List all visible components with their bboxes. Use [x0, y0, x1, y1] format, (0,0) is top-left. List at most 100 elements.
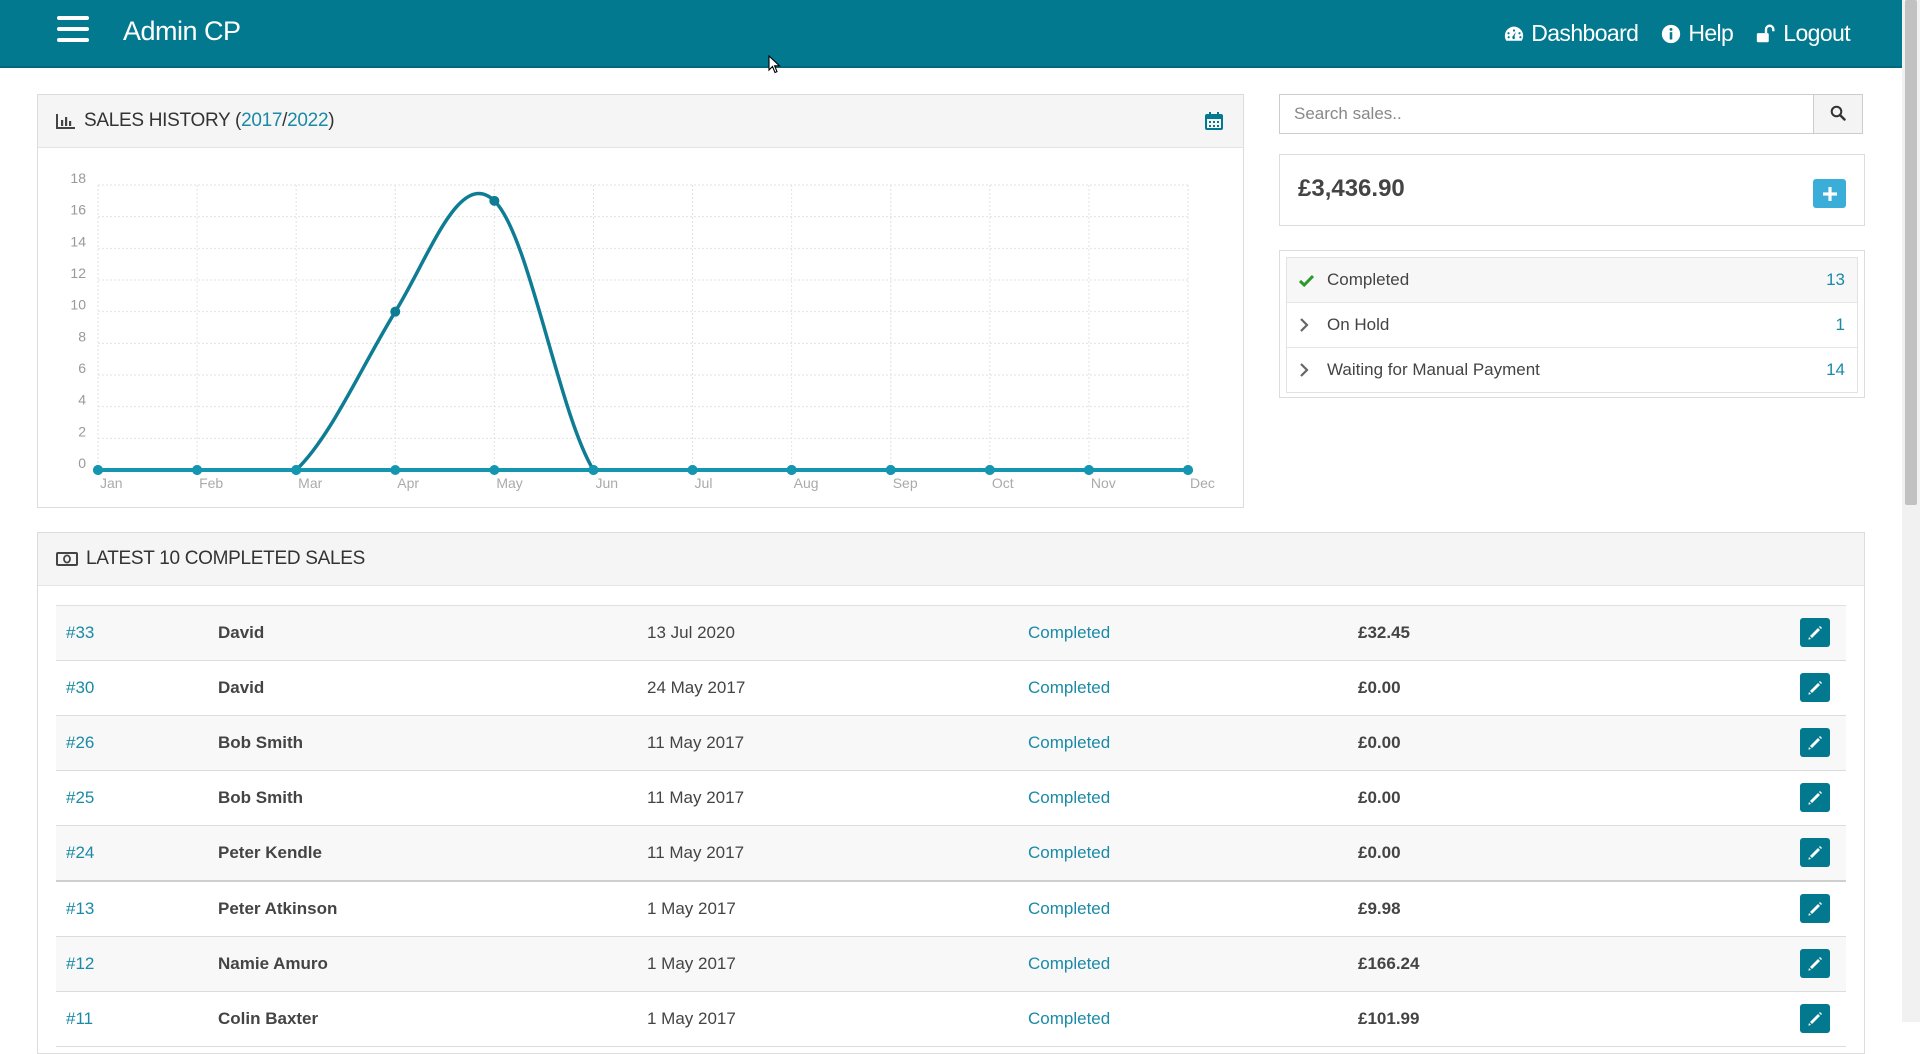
edit-sale-button[interactable] [1800, 673, 1830, 702]
sale-amount: £0.00 [1358, 733, 1401, 752]
sale-id-link[interactable]: #26 [66, 716, 94, 770]
top-navbar: Admin CP Dashboard Help Logout [0, 0, 1902, 68]
status-count: 13 [1826, 270, 1845, 289]
mouse-cursor-icon [768, 55, 781, 74]
sale-status: Completed [1028, 678, 1111, 697]
search-icon [1830, 105, 1846, 121]
data-point [885, 465, 896, 475]
edit-sale-button[interactable] [1800, 783, 1830, 812]
sales-total-panel: £3,436.90 [1279, 154, 1865, 226]
y-tick-label: 12 [70, 265, 86, 281]
y-tick-label: 14 [70, 233, 86, 249]
y-tick-label: 6 [78, 360, 86, 376]
status-label: On Hold [1327, 315, 1390, 334]
pencil-icon [1808, 735, 1822, 750]
bar-chart-icon [56, 114, 75, 129]
status-count: 1 [1835, 315, 1845, 334]
latest-sales-table: #33 David 13 Jul 2020 Completed £32.45 #30 Dav… [56, 605, 1846, 1047]
pencil-icon [1808, 1011, 1822, 1026]
sale-status: Completed [1028, 788, 1111, 807]
nav-dashboard-link[interactable]: Dashboard [1503, 20, 1639, 47]
edit-sale-button[interactable] [1800, 618, 1830, 647]
data-point [390, 465, 401, 475]
status-item-completed[interactable]: Completed 13 [1287, 258, 1857, 302]
sale-amount: £0.00 [1358, 788, 1401, 807]
x-tick-label: Apr [397, 475, 419, 491]
edit-sale-button[interactable] [1800, 728, 1830, 757]
menu-toggle-icon[interactable] [57, 16, 89, 44]
nav-help-link[interactable]: Help [1660, 20, 1734, 47]
sale-status: Completed [1028, 1009, 1111, 1028]
x-tick-label: Oct [992, 475, 1014, 491]
sale-date: 1 May 2017 [647, 1009, 736, 1028]
y-tick-label: 10 [70, 297, 86, 313]
customer-name: Peter Kendle [218, 843, 322, 862]
page-scrollbar[interactable] [1902, 0, 1920, 1022]
add-sale-button[interactable] [1813, 179, 1846, 208]
data-point [984, 465, 995, 475]
nav-logout-label: Logout [1783, 20, 1850, 46]
title-suffix: ) [328, 110, 335, 131]
data-point [390, 306, 401, 317]
calendar-icon[interactable] [1205, 112, 1223, 130]
latest-sales-panel: LATEST 10 COMPLETED SALES #33 David 13 Jul… [37, 532, 1865, 1054]
status-label: Completed [1327, 270, 1410, 289]
sale-id-link[interactable]: #13 [66, 882, 94, 936]
sale-date: 11 May 2017 [647, 733, 745, 752]
search-button[interactable] [1813, 94, 1863, 134]
data-point [1083, 465, 1094, 475]
sale-id-link[interactable]: #33 [66, 606, 94, 660]
year-link-2017[interactable]: 2017 [241, 110, 282, 132]
status-item-waiting-manual-payment[interactable]: Waiting for Manual Payment 14 [1287, 347, 1857, 392]
money-icon [56, 552, 78, 566]
data-point [786, 465, 797, 475]
x-tick-label: Jan [100, 475, 123, 491]
pencil-icon [1808, 956, 1822, 971]
y-tick-label: 0 [78, 455, 86, 471]
customer-name: Peter Atkinson [218, 899, 338, 918]
sale-status: Completed [1028, 843, 1111, 862]
x-tick-label: Aug [794, 475, 819, 491]
sale-status: Completed [1028, 899, 1111, 918]
brand-title[interactable]: Admin CP [123, 16, 241, 47]
data-point [1183, 465, 1193, 475]
sale-id-link[interactable]: #12 [66, 937, 94, 991]
table-row: #26 Bob Smith 11 May 2017 Completed £0.00 [56, 716, 1846, 771]
table-row: #33 David 13 Jul 2020 Completed £32.45 [56, 606, 1846, 661]
sale-id-link[interactable]: #11 [66, 992, 93, 1046]
search-form [1279, 94, 1863, 134]
nav-dashboard-label: Dashboard [1531, 20, 1639, 46]
nav-logout-link[interactable]: Logout [1755, 20, 1851, 47]
y-tick-label: 8 [78, 328, 86, 344]
table-row: #11 Colin Baxter 1 May 2017 Completed £101.9… [56, 992, 1846, 1047]
data-point [93, 465, 103, 475]
status-list: Completed 13 On Hold 1 Waiting for Manua… [1286, 257, 1858, 393]
search-sales-input[interactable] [1279, 94, 1813, 134]
sales-status-panel: Completed 13 On Hold 1 Waiting for Manua… [1279, 250, 1865, 398]
sale-status: Completed [1028, 954, 1111, 973]
status-item-on-hold[interactable]: On Hold 1 [1287, 302, 1857, 347]
edit-sale-button[interactable] [1800, 1004, 1830, 1033]
top-nav: Dashboard Help Logout [1503, 20, 1851, 47]
scrollbar-thumb[interactable] [1905, 0, 1917, 505]
y-tick-label: 4 [78, 392, 86, 408]
sale-amount: £0.00 [1358, 678, 1401, 697]
nav-help-label: Help [1688, 20, 1734, 46]
sale-id-link[interactable]: #25 [66, 771, 94, 825]
year-link-2022[interactable]: 2022 [287, 110, 328, 132]
data-point [489, 465, 500, 475]
table-row: #25 Bob Smith 11 May 2017 Completed £0.00 [56, 771, 1846, 826]
status-label: Waiting for Manual Payment [1327, 360, 1540, 379]
edit-sale-button[interactable] [1800, 949, 1830, 978]
edit-sale-button[interactable] [1800, 838, 1830, 867]
sale-amount: £166.24 [1358, 954, 1420, 973]
customer-name: David [218, 623, 265, 642]
x-tick-label: May [496, 475, 522, 491]
x-tick-label: Jul [695, 475, 713, 491]
sale-id-link[interactable]: #24 [66, 826, 94, 880]
sale-id-link[interactable]: #30 [66, 661, 94, 715]
sale-amount: £9.98 [1358, 899, 1401, 918]
status-count: 14 [1826, 360, 1845, 379]
edit-sale-button[interactable] [1800, 894, 1830, 923]
customer-name: Bob Smith [218, 788, 303, 807]
